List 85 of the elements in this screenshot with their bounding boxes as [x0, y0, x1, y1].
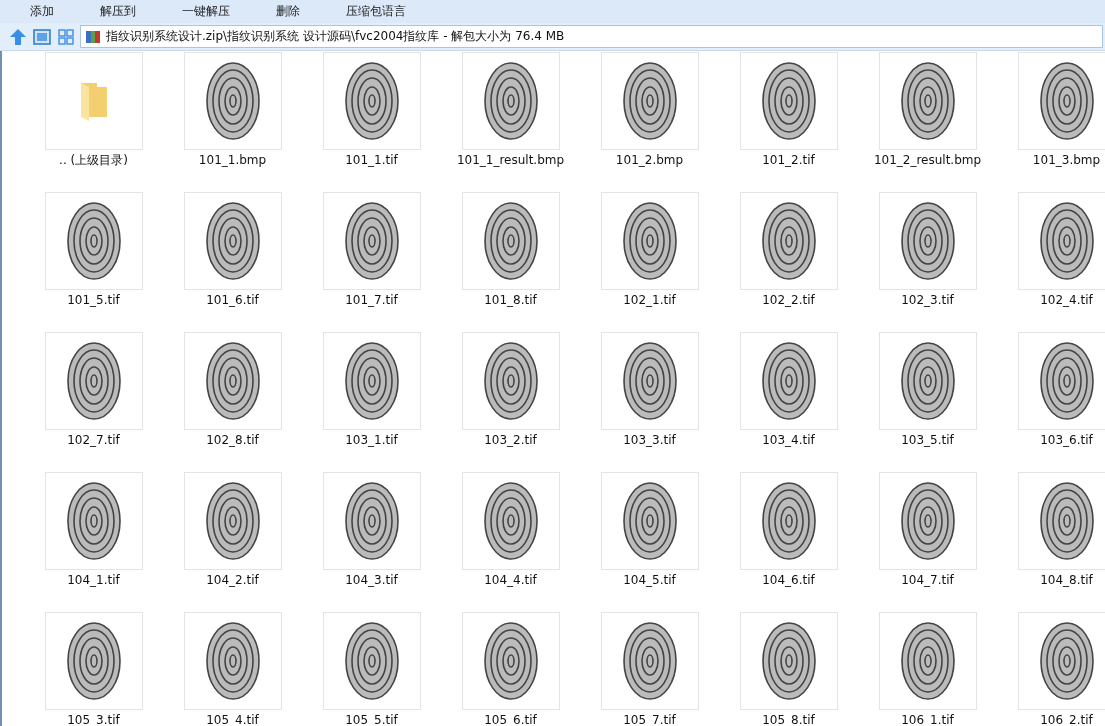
- file-thumbnail[interactable]: [600, 192, 699, 290]
- file-thumbnail[interactable]: [1017, 612, 1105, 710]
- file-thumbnail[interactable]: [1017, 472, 1105, 570]
- archive-icon: [85, 28, 101, 45]
- file-name: 103_3.tif: [623, 433, 676, 447]
- file-thumbnail[interactable]: [461, 52, 560, 150]
- file-name: 103_5.tif: [901, 433, 954, 447]
- file-thumbnail[interactable]: [322, 192, 421, 290]
- file-name: 104_3.tif: [345, 573, 398, 587]
- toolbar-button[interactable]: 一键解压: [170, 1, 242, 22]
- file-thumbnail[interactable]: [183, 612, 282, 710]
- file-thumbnail[interactable]: [878, 612, 977, 710]
- address-bar[interactable]: 指纹识别系统设计.zip\指纹识别系统 设计源码\fvc2004指纹库 - 解包大小为 76.4 MB: [80, 25, 1103, 48]
- file-thumbnail[interactable]: [183, 332, 282, 430]
- up-arrow-icon[interactable]: [8, 26, 28, 47]
- file-thumbnail[interactable]: [1017, 192, 1105, 290]
- file-name: 104_8.tif: [1040, 573, 1093, 587]
- file-name: 104_5.tif: [623, 573, 676, 587]
- file-name: 102_4.tif: [1040, 293, 1093, 307]
- file-thumbnail[interactable]: [600, 472, 699, 570]
- file-name: 101_1.tif: [345, 153, 398, 167]
- file-name: 101_2_result.bmp: [873, 153, 982, 167]
- file-thumbnail[interactable]: [461, 332, 560, 430]
- file-name: 104_6.tif: [762, 573, 815, 587]
- file-thumbnail[interactable]: [600, 52, 699, 150]
- file-name: 102_7.tif: [67, 433, 120, 447]
- file-thumbnail[interactable]: [739, 332, 838, 430]
- file-name: 103_6.tif: [1040, 433, 1093, 447]
- file-thumbnail[interactable]: [739, 612, 838, 710]
- file-thumbnail[interactable]: [1017, 332, 1105, 430]
- toolbar-button[interactable]: 压缩包语言: [334, 1, 418, 22]
- file-thumbnail[interactable]: [878, 192, 977, 290]
- file-thumbnail[interactable]: [1017, 52, 1105, 150]
- file-name: 101_7.tif: [345, 293, 398, 307]
- file-thumbnail[interactable]: [183, 472, 282, 570]
- file-name: 102_3.tif: [901, 293, 954, 307]
- toolbar-button[interactable]: 解压到: [88, 1, 148, 22]
- file-name: 103_4.tif: [762, 433, 815, 447]
- window-icon[interactable]: [32, 26, 52, 47]
- file-thumbnail[interactable]: [878, 332, 977, 430]
- file-thumbnail[interactable]: [183, 192, 282, 290]
- file-name: 102_1.tif: [623, 293, 676, 307]
- file-thumbnail[interactable]: [878, 52, 977, 150]
- file-name: 101_2.bmp: [615, 153, 684, 167]
- file-thumbnail[interactable]: [44, 472, 143, 570]
- file-thumbnail[interactable]: [739, 472, 838, 570]
- file-name: 104_2.tif: [206, 573, 259, 587]
- file-name: 101_3.bmp: [1032, 153, 1101, 167]
- file-thumbnail[interactable]: [44, 612, 143, 710]
- file-name: 103_1.tif: [345, 433, 398, 447]
- folder-icon: [78, 81, 109, 121]
- file-thumbnail[interactable]: [600, 612, 699, 710]
- file-name: 104_7.tif: [901, 573, 954, 587]
- file-thumbnail[interactable]: [739, 52, 838, 150]
- address-path: 指纹识别系统设计.zip\指纹识别系统 设计源码\fvc2004指纹库 - 解包大小为 76.4 MB: [106, 28, 565, 45]
- file-name: 101_8.tif: [484, 293, 537, 307]
- file-thumbnail[interactable]: [461, 612, 560, 710]
- file-name: 101_6.tif: [206, 293, 259, 307]
- file-thumbnail[interactable]: [44, 332, 143, 430]
- toolbar-button[interactable]: 添加: [18, 1, 66, 22]
- file-thumbnail[interactable]: [878, 472, 977, 570]
- file-name: 101_1.bmp: [198, 153, 267, 167]
- file-name: 101_2.tif: [762, 153, 815, 167]
- file-thumbnail[interactable]: [322, 472, 421, 570]
- file-thumbnail[interactable]: [739, 192, 838, 290]
- file-thumbnail[interactable]: [461, 192, 560, 290]
- file-thumbnail[interactable]: [44, 192, 143, 290]
- file-thumbnail[interactable]: [183, 52, 282, 150]
- file-thumbnail[interactable]: [322, 52, 421, 150]
- file-name: 104_1.tif: [67, 573, 120, 587]
- file-thumbnail[interactable]: [600, 332, 699, 430]
- grid-view-icon[interactable]: [56, 26, 76, 47]
- file-name: 104_4.tif: [484, 573, 537, 587]
- toolbar-button[interactable]: 删除: [264, 1, 312, 22]
- file-name: 105_4.tif: [206, 713, 259, 726]
- file-name: .. (上级目录): [59, 153, 128, 167]
- file-name: 103_2.tif: [484, 433, 537, 447]
- file-name: 101_1_result.bmp: [456, 153, 565, 167]
- file-thumbnail[interactable]: [461, 472, 560, 570]
- file-name: 102_8.tif: [206, 433, 259, 447]
- file-thumbnail[interactable]: [44, 52, 143, 150]
- file-thumbnail[interactable]: [322, 612, 421, 710]
- file-name: 102_2.tif: [762, 293, 815, 307]
- file-thumbnail[interactable]: [322, 332, 421, 430]
- file-name: 101_5.tif: [67, 293, 120, 307]
